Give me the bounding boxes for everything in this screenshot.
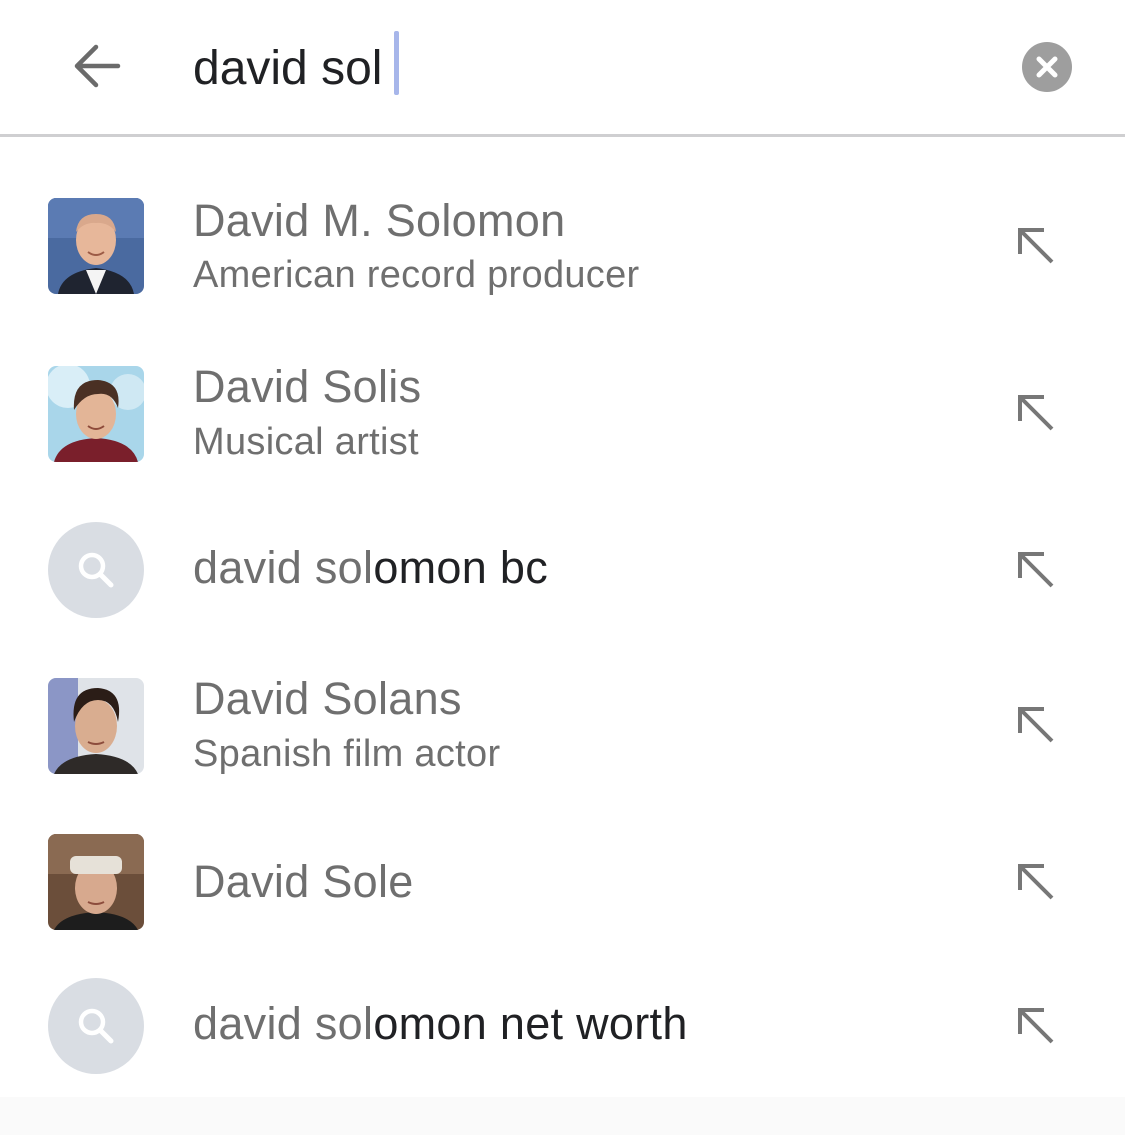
entity-thumbnail: [48, 366, 144, 462]
query-typed-part: david sol: [193, 542, 374, 593]
arrow-up-left-icon: [1018, 1008, 1054, 1044]
arrow-up-left-icon: [1018, 228, 1054, 264]
fill-query-button[interactable]: [1004, 538, 1068, 602]
fill-query-button[interactable]: [1004, 850, 1068, 914]
arrow-up-left-icon: [1018, 552, 1054, 588]
query-suggestion-text: david solomon net worth: [193, 998, 688, 1050]
suggestion-subtitle: Musical artist: [193, 421, 419, 463]
entity-thumbnail: [48, 198, 144, 294]
text-cursor: [394, 31, 399, 95]
fill-query-button[interactable]: [1004, 693, 1068, 757]
suggestion-row[interactable]: David Sole: [0, 806, 1125, 962]
suggestion-subtitle: American record producer: [193, 254, 640, 296]
fill-query-button[interactable]: [1004, 994, 1068, 1058]
arrow-up-left-icon: [1018, 864, 1054, 900]
suggestion-title: David M. Solomon: [193, 195, 566, 246]
search-icon: [78, 1008, 114, 1044]
entity-thumbnail: [48, 834, 144, 930]
suggestion-title: David Sole: [193, 856, 414, 907]
search-suggestion-badge: [48, 978, 144, 1074]
fill-query-button[interactable]: [1004, 381, 1068, 445]
suggestion-row[interactable]: David Solans Spanish film actor: [0, 639, 1125, 795]
suggestion-subtitle: Spanish film actor: [193, 733, 501, 775]
suggestion-row[interactable]: David Solis Musical artist: [0, 327, 1125, 483]
fill-query-button[interactable]: [1004, 214, 1068, 278]
clear-search-button[interactable]: [1022, 42, 1072, 92]
suggestion-title: David Solans: [193, 673, 462, 724]
arrow-up-left-icon: [1018, 707, 1054, 743]
suggestion-row[interactable]: David M. Solomon American record produce…: [0, 160, 1125, 316]
search-suggestion-badge: [48, 522, 144, 618]
suggestion-list: David M. Solomon American record produce…: [0, 137, 1125, 1097]
query-suggestion-text: david solomon bc: [193, 542, 548, 594]
search-header: [0, 0, 1125, 137]
suggestion-title: David Solis: [193, 361, 422, 412]
back-button[interactable]: [60, 30, 132, 102]
arrow-left-icon: [74, 44, 121, 88]
search-icon: [78, 552, 114, 588]
close-icon: [1036, 56, 1058, 78]
query-completion-part: omon net worth: [373, 998, 688, 1049]
query-typed-part: david sol: [193, 998, 374, 1049]
query-completion-part: omon bc: [373, 542, 549, 593]
suggestion-row[interactable]: david solomon net worth: [0, 950, 1125, 1106]
suggestion-row[interactable]: david solomon bc: [0, 494, 1125, 650]
search-input[interactable]: [193, 28, 973, 108]
entity-thumbnail: [48, 678, 144, 774]
arrow-up-left-icon: [1018, 395, 1054, 431]
